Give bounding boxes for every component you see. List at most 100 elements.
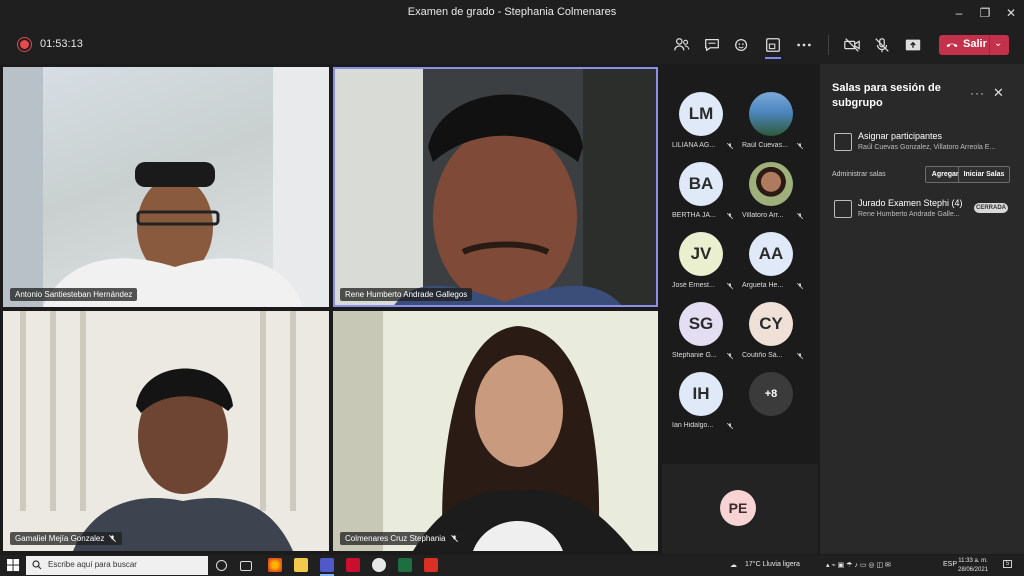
clock-time: 11:33 a. m. [958,558,988,564]
phone-hangup-icon [946,43,958,48]
leave-button[interactable]: Salir ⌄ [939,35,1009,55]
task-view-icon[interactable] [240,561,252,571]
participant-item[interactable]: JV José Ernest... [662,232,740,302]
participant-name: Stephanie G... [672,352,717,359]
assign-icon [834,133,852,151]
camera-off-icon [844,38,860,52]
panel-more-button[interactable]: ··· [970,86,985,100]
avatar: IH [679,372,723,416]
access-icon[interactable] [346,558,360,572]
participant-item[interactable]: AA Argueta He... [732,232,810,302]
weather-text[interactable]: 17°C Lluvia ligera [745,561,800,568]
participant-item[interactable]: BA BERTHA JA... [662,162,740,232]
notification-count[interactable]: 5 [1003,560,1013,568]
participant-name: Rene Humberto Andrade Gallegos [345,290,468,299]
chat-icon [705,38,719,52]
participant-name-label: Gamaliel Mejía Gonzalez [10,532,123,545]
participant-name: Gamaliel Mejía Gonzalez [15,534,105,543]
cortana-icon[interactable] [216,560,227,571]
excel-icon[interactable] [398,558,412,572]
mic-off-icon [109,535,117,542]
avatar: BA [679,162,723,206]
window-title: Examen de grado - Stephania Colmenares [407,6,617,18]
start-rooms-button[interactable]: Iniciar Salas [958,166,1010,183]
leave-divider [989,35,990,55]
search-icon [32,560,42,570]
participant-name-label: Rene Humberto Andrade Gallegos [340,288,473,301]
avatar: LM [679,92,723,136]
clock-date: 28/06/2021 [958,567,989,573]
windows-start-icon[interactable] [7,559,20,572]
taskbar-search[interactable]: Escribe aquí para buscar [26,556,208,575]
breakout-rooms-button[interactable] [762,34,784,56]
self-avatar: PE [720,490,756,526]
participant-name: Villatoro Arr... [742,212,784,219]
status-badge: CERRADA [974,203,1008,213]
participant-name: Colmenares Cruz Stephania [345,534,446,543]
participant-name: LILIANA AG... [672,142,716,149]
mic-off-icon [875,38,889,53]
windows-taskbar: Escribe aquí para buscar ☁ 17°C Lluvia l… [0,555,1024,576]
participant-name: Raúl Cuevas... [742,142,788,149]
participant-item[interactable]: LM LILIANA AG... [662,92,740,162]
language-indicator[interactable]: ESP [943,561,957,568]
teams-icon[interactable] [320,558,334,572]
chat-button[interactable] [701,34,723,56]
avatar: CY [749,302,793,346]
participant-video [3,311,329,551]
assign-participants-link[interactable]: Asignar participantes [858,131,942,141]
leave-label: Salir [963,38,987,50]
avatar: AA [749,232,793,276]
participant-name: Coutiño Sá... [742,352,783,359]
participant-name: José Ernest... [672,282,715,289]
close-window-button[interactable]: ✕ [996,0,1024,26]
participant-name: Ian Hidalgo... [672,422,714,429]
participant-item[interactable]: CY Coutiño Sá... [732,302,810,372]
close-icon[interactable]: ✕ [993,85,1004,101]
meeting-timer: 01:53:13 [40,38,83,50]
participant-item[interactable]: Villatoro Arr... [732,162,810,232]
participant-video [333,67,658,307]
room-title[interactable]: Jurado Examen Stephi (4) [858,198,963,208]
room-icon [834,200,852,218]
camera-toggle-button[interactable] [841,34,863,56]
more-icon [797,43,811,47]
active-tab-indicator [765,57,781,59]
cloud-icon: ☁ [730,562,737,569]
chevron-down-icon[interactable]: ⌄ [994,38,1002,49]
mic-off-icon [796,282,804,290]
share-screen-button[interactable] [902,34,924,56]
video-tile[interactable]: Antonio Santiesteban Hernández [3,67,329,307]
participant-video [3,67,329,307]
more-actions-button[interactable] [793,34,815,56]
mic-toggle-button[interactable] [871,34,893,56]
more-participants-button[interactable]: +8 [732,372,810,442]
firefox-icon[interactable] [268,558,282,572]
recording-icon [20,40,29,49]
participant-item[interactable]: SG Stephanie G... [662,302,740,372]
overflow-count: +8 [749,372,793,416]
tray-icons[interactable]: ▴ ⌁ ▣ ☂ ♪ ▭ ◎ ◫ ✉ [826,561,891,569]
video-tile[interactable]: Gamaliel Mejía Gonzalez [3,311,329,551]
participant-name: Antonio Santiesteban Hernández [15,290,133,299]
participant-name: BERTHA JA... [672,212,716,219]
breakout-rooms-icon [766,38,780,52]
video-tile[interactable]: Colmenares Cruz Stephania [333,311,658,551]
participants-button[interactable] [671,34,693,56]
video-tile-active-speaker[interactable]: Rene Humberto Andrade Gallegos [333,67,658,307]
panel-title: Salas para sesión de subgrupo [832,82,941,109]
reactions-button[interactable] [731,34,753,56]
breakout-rooms-panel: Salas para sesión de subgrupo ··· ✕ Asig… [820,64,1024,554]
self-view[interactable]: PE [662,464,818,554]
clock[interactable]: 11:33 a. m. 28/06/2021 [958,557,988,575]
participant-item[interactable]: Raúl Cuevas... [732,92,810,162]
file-explorer-icon[interactable] [294,558,308,572]
acrobat-icon[interactable] [424,558,438,572]
paint-icon[interactable] [372,558,386,572]
people-icon [674,38,690,51]
share-icon [905,39,921,51]
participant-name-label: Colmenares Cruz Stephania [340,532,464,545]
mic-off-icon [796,352,804,360]
reaction-icon [735,38,748,52]
participant-item[interactable]: IH Ian Hidalgo... [662,372,740,442]
